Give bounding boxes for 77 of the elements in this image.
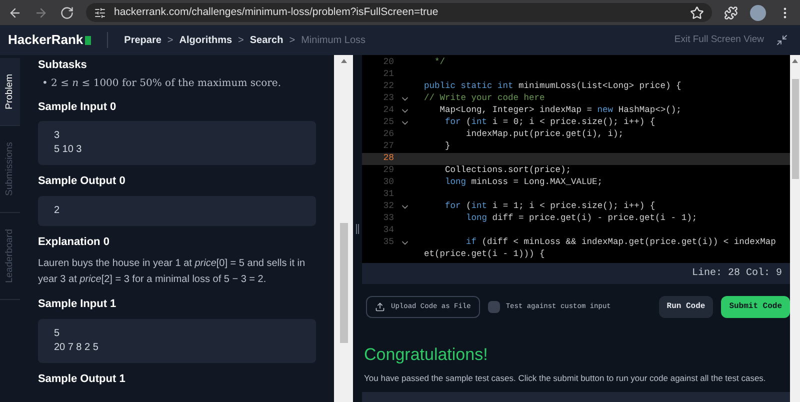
section-heading: Sample Output 0 <box>38 174 126 189</box>
line-number: 29 <box>383 164 394 178</box>
upload-icon <box>375 302 386 312</box>
forward-icon[interactable] <box>34 6 48 20</box>
code-text: for (int i = 0; i < price.size(); i++) { <box>444 116 656 130</box>
scroll-up-arrow-icon[interactable] <box>792 59 798 63</box>
line-number: 22 <box>383 80 394 94</box>
code-editor[interactable] <box>362 55 790 263</box>
section-heading: Sample Output 1 <box>38 372 126 386</box>
run-code-button[interactable]: Run Code <box>658 296 714 318</box>
back-icon[interactable] <box>8 6 22 20</box>
line-number: 33 <box>383 212 394 226</box>
extensions-icon[interactable] <box>724 6 738 20</box>
sample-line: 3 <box>54 129 60 143</box>
line-number: 35 <box>383 236 394 250</box>
breadcrumb-link[interactable]: Minimum Loss <box>301 32 366 48</box>
line-number: 30 <box>383 176 394 190</box>
line-number: 27 <box>383 140 394 154</box>
cursor-position: Line: 28 Col: 9 <box>692 266 782 281</box>
bookmark-star-icon[interactable] <box>690 6 704 20</box>
result-title: Congratulations! <box>363 344 489 366</box>
code-text: indexMap.put(price.get(i), i); <box>465 128 624 142</box>
logo-text[interactable]: HackerRank <box>8 30 84 50</box>
scrollbar-thumb[interactable] <box>340 223 348 343</box>
breadcrumb-separator: > <box>167 34 174 48</box>
exit-full-screen-button[interactable]: Exit Full Screen View <box>674 32 792 48</box>
sample-line: 20 7 8 2 5 <box>54 340 98 354</box>
breadcrumb-link[interactable]: Algorithms <box>179 32 232 48</box>
line-number: 21 <box>383 68 394 82</box>
profile-avatar[interactable] <box>750 4 766 20</box>
code-text: for (int i = 1; i < price.size(); i++) { <box>444 200 656 214</box>
code-text: Map<Long, Integer> indexMap = new HashMap<>(); <box>438 104 682 118</box>
custom-input-checkbox[interactable] <box>488 301 500 313</box>
minimize-icon <box>776 34 788 46</box>
breadcrumb-separator: > <box>289 34 296 48</box>
code-text: public static int minimumLoss(List<Long> price) { <box>423 80 682 94</box>
side-tab[interactable]: Problem <box>0 58 20 126</box>
scrollbar-thumb[interactable] <box>792 79 798 179</box>
submit-code-button[interactable]: Submit Code <box>721 296 790 318</box>
breadcrumb-link[interactable]: Prepare <box>124 32 162 48</box>
url-text: hackerrank.com/challenges/minimum-loss/problem?isFullScreen=true <box>114 4 438 20</box>
reload-icon[interactable] <box>60 6 74 20</box>
line-number: 24 <box>383 104 394 118</box>
code-text: */ <box>434 56 446 70</box>
result-message: You have passed the sample test cases. Click the submit button to run your code against all the test cases. <box>363 372 767 384</box>
sample-line: 5 <box>54 326 60 340</box>
explanation-text: Lauren buys the house in year 1 at price[0] = 5 and sells it in year 3 at price[2] = 3 for a minimal loss of 5 − 3 = 2. <box>38 257 306 287</box>
section-heading: Sample Input 0 <box>38 100 116 114</box>
line-number: 26 <box>383 128 394 142</box>
address-bar[interactable]: hackerrank.com/challenges/minimum-loss/problem?isFullScreen=true <box>86 3 712 22</box>
code-text: } <box>444 140 450 154</box>
bullet-text: • 2 ≤ n ≤ 1000 for 50% of the maximum score. <box>42 76 281 90</box>
scrollbar[interactable] <box>334 55 354 402</box>
section-heading: Explanation 0 <box>38 234 110 250</box>
line-number: 25 <box>383 116 394 130</box>
code-text: long diff = price.get(i) - price.get(i - 1); <box>465 212 698 226</box>
code-text: if (diff < minLoss && indexMap.get(price.get(i)) < indexMap <box>465 236 776 250</box>
code-text: et(price.get(i - 1))) { <box>423 248 545 262</box>
section-heading: Sample Input 1 <box>38 297 116 312</box>
code-text: long minLoss = Long.MAX_VALUE; <box>444 176 603 190</box>
line-number: 28 <box>383 152 394 166</box>
line-number: 23 <box>383 92 394 106</box>
line-number: 31 <box>383 188 394 202</box>
line-number: 34 <box>383 224 394 238</box>
breadcrumb-link[interactable]: Search <box>250 32 284 48</box>
code-text: Collections.sort(price); <box>444 164 572 178</box>
sample-line: 2 <box>54 204 60 218</box>
line-number: 20 <box>383 56 394 70</box>
section-heading: Subtasks <box>38 58 87 73</box>
sample-line: 5 10 3 <box>54 143 82 157</box>
line-number: 32 <box>383 200 394 214</box>
editor-scrollbar[interactable] <box>790 55 800 402</box>
logo-square-icon <box>85 36 92 44</box>
breadcrumb-separator: > <box>238 34 244 48</box>
site-info-icon[interactable] <box>94 6 106 18</box>
code-text: // Write your code here <box>423 92 545 106</box>
scroll-up-arrow-icon[interactable] <box>340 59 347 63</box>
